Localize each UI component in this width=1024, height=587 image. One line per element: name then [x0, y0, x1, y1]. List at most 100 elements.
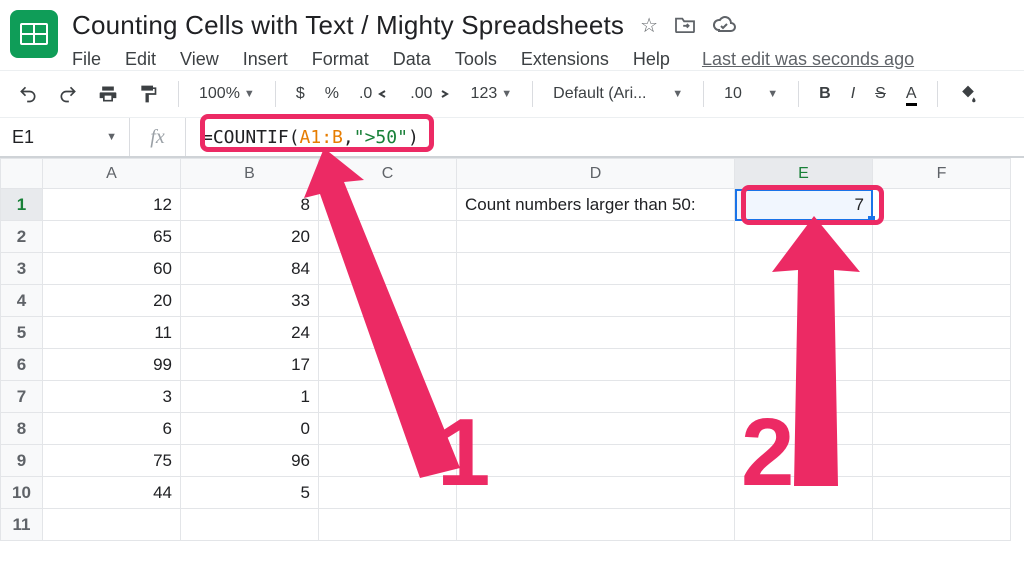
cell[interactable]	[735, 349, 873, 381]
cell[interactable]: 12	[43, 189, 181, 221]
cell[interactable]	[735, 509, 873, 541]
cell[interactable]	[873, 189, 1011, 221]
row-header[interactable]: 3	[1, 253, 43, 285]
row-header[interactable]: 9	[1, 445, 43, 477]
col-header-E[interactable]: E	[735, 159, 873, 189]
cell-selected-e1[interactable]: 7	[735, 189, 873, 221]
format-currency[interactable]: $	[296, 85, 305, 103]
menu-edit[interactable]: Edit	[125, 49, 156, 70]
decrease-decimal-icon[interactable]: .0	[359, 85, 390, 103]
row-header[interactable]: 8	[1, 413, 43, 445]
col-header-D[interactable]: D	[457, 159, 735, 189]
cell[interactable]	[457, 509, 735, 541]
number-format-select[interactable]: 123▼	[471, 85, 513, 103]
cell[interactable]: 1	[181, 381, 319, 413]
cell[interactable]	[735, 253, 873, 285]
cell[interactable]: 44	[43, 477, 181, 509]
cell[interactable]	[319, 509, 457, 541]
cell[interactable]	[181, 509, 319, 541]
increase-decimal-icon[interactable]: .00	[410, 85, 450, 103]
spreadsheet-grid[interactable]: A B C D E F 1 12 8 Count numbers larger …	[0, 158, 1011, 541]
cell[interactable]	[735, 285, 873, 317]
cell[interactable]	[457, 349, 735, 381]
cell[interactable]	[457, 221, 735, 253]
paint-format-icon[interactable]	[138, 84, 158, 104]
cell[interactable]	[43, 509, 181, 541]
cell[interactable]	[873, 349, 1011, 381]
cell[interactable]	[319, 221, 457, 253]
cell[interactable]	[457, 317, 735, 349]
row-header[interactable]: 1	[1, 189, 43, 221]
undo-icon[interactable]	[18, 84, 38, 104]
row-header[interactable]: 6	[1, 349, 43, 381]
cell[interactable]	[319, 285, 457, 317]
cell[interactable]	[319, 477, 457, 509]
menu-tools[interactable]: Tools	[455, 49, 497, 70]
redo-icon[interactable]	[58, 84, 78, 104]
cell[interactable]: 6	[43, 413, 181, 445]
cell[interactable]: 75	[43, 445, 181, 477]
cell[interactable]	[873, 509, 1011, 541]
cell[interactable]	[319, 445, 457, 477]
cell[interactable]	[873, 477, 1011, 509]
cell[interactable]	[457, 381, 735, 413]
menu-view[interactable]: View	[180, 49, 219, 70]
cell[interactable]	[873, 253, 1011, 285]
col-header-C[interactable]: C	[319, 159, 457, 189]
cell[interactable]	[319, 381, 457, 413]
italic-button[interactable]: I	[851, 85, 855, 103]
formula-bar[interactable]: =COUNTIF(A1:B,">50")	[186, 127, 435, 148]
cell[interactable]	[735, 317, 873, 349]
text-color-button[interactable]: A	[906, 85, 917, 103]
format-percent[interactable]: %	[325, 85, 339, 103]
cell[interactable]	[873, 221, 1011, 253]
col-header-A[interactable]: A	[43, 159, 181, 189]
cell[interactable]	[457, 477, 735, 509]
menu-format[interactable]: Format	[312, 49, 369, 70]
strike-button[interactable]: S	[875, 85, 886, 103]
cell[interactable]: 8	[181, 189, 319, 221]
cell[interactable]	[319, 317, 457, 349]
cell[interactable]	[873, 317, 1011, 349]
cell[interactable]	[457, 285, 735, 317]
cell[interactable]: 17	[181, 349, 319, 381]
cell[interactable]: 20	[181, 221, 319, 253]
cell[interactable]	[735, 477, 873, 509]
document-title[interactable]: Counting Cells with Text / Mighty Spread…	[72, 10, 624, 41]
cell[interactable]	[873, 381, 1011, 413]
print-icon[interactable]	[98, 84, 118, 104]
cell-label-d1[interactable]: Count numbers larger than 50:	[457, 189, 735, 221]
select-all-corner[interactable]	[1, 159, 43, 189]
cell[interactable]	[319, 413, 457, 445]
menu-file[interactable]: File	[72, 49, 101, 70]
cell[interactable]	[735, 445, 873, 477]
cell[interactable]: 99	[43, 349, 181, 381]
cell[interactable]: 20	[43, 285, 181, 317]
bold-button[interactable]: B	[819, 85, 831, 103]
cell[interactable]: 60	[43, 253, 181, 285]
cell[interactable]	[735, 221, 873, 253]
cell[interactable]	[735, 381, 873, 413]
zoom-select[interactable]: 100%▼	[199, 85, 255, 103]
cell[interactable]	[319, 189, 457, 221]
row-header[interactable]: 2	[1, 221, 43, 253]
cell[interactable]: 3	[43, 381, 181, 413]
cell[interactable]	[457, 445, 735, 477]
row-header[interactable]: 11	[1, 509, 43, 541]
cell[interactable]: 65	[43, 221, 181, 253]
cell[interactable]: 5	[181, 477, 319, 509]
cell[interactable]	[457, 413, 735, 445]
row-header[interactable]: 5	[1, 317, 43, 349]
last-edit-link[interactable]: Last edit was seconds ago	[702, 49, 914, 70]
cell[interactable]: 24	[181, 317, 319, 349]
font-select[interactable]: Default (Ari...▼	[553, 85, 683, 103]
cell[interactable]	[319, 349, 457, 381]
menu-data[interactable]: Data	[393, 49, 431, 70]
font-size-select[interactable]: 10▼	[724, 85, 778, 103]
cloud-saved-icon[interactable]	[712, 15, 736, 37]
cell[interactable]: 33	[181, 285, 319, 317]
cell[interactable]	[457, 253, 735, 285]
row-header[interactable]: 4	[1, 285, 43, 317]
row-header[interactable]: 10	[1, 477, 43, 509]
name-box[interactable]: E1 ▼	[0, 118, 130, 156]
